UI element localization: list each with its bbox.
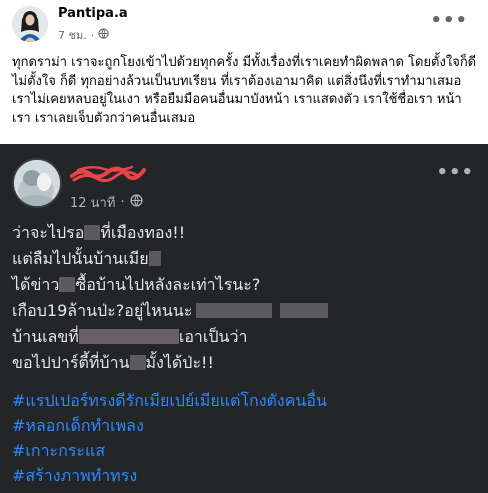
body-line: ขอไปปาร์ตี้ที่บ้าน มั้งได้ป่ะ!! [12,353,214,372]
post-time[interactable]: 7 ชม. [58,26,87,44]
embedded-post-screenshot: 12 นาที · ••• ว่าจะไปรอ ที่เมืองทอง!! แต่… [0,144,488,493]
body-line: แต่ลืมไปนั้นบ้านเมีย [12,246,482,272]
body-line: เกือบ19ล้านป่ะ?อยู่ไหนนะ [12,298,482,324]
more-options-icon[interactable]: ••• [430,10,468,31]
hashtag-link: #แรปเปอร์ทรงดีรักเมียเปย์เมียแต่โกงตังคน… [12,391,327,410]
censor-block [84,225,101,240]
embedded-avatar [12,158,62,208]
hashtag-link: #หลอกเด็กทำเพลง [12,416,144,435]
embedded-post-time: 12 นาที [70,196,116,211]
embedded-post-meta: 12 นาที · [70,192,143,213]
post-meta: 7 ชม. · [58,26,109,44]
censor-block [148,251,161,266]
post-caption: ทุกดราม่า เราจะถูกโยงเข้าไปด้วยทุกครั้ง … [12,55,477,126]
redacted-name-scribble [68,160,148,190]
censor-block [129,355,146,370]
censor-block [78,329,179,344]
body-line: ว่าจะไปรอ ที่เมืองทอง!! [12,223,186,242]
censor-block [196,303,273,318]
hashtag-link: #สร้างภาพทำทรง [12,466,138,485]
separator-dot: · [120,195,125,210]
embedded-post-body: ว่าจะไปรอ ที่เมืองทอง!! แต่ลืมไปนั้นบ้านเ… [12,220,482,488]
hashtag-link: #เกาะกระแส [12,441,106,460]
separator-dot: · [90,28,95,42]
globe-icon[interactable] [98,28,109,42]
body-line: ได้ข่าว ซื้อบ้านไปหลังละเท่าไรนะ? [12,275,261,294]
censor-block [59,277,76,292]
body-line: บ้านเลขที่ เอาเป็นว่า [12,327,248,346]
globe-icon [130,194,143,211]
author-avatar[interactable] [12,6,48,42]
author-name[interactable]: Pantipa.a [58,6,128,21]
embedded-more-options-icon: ••• [436,162,474,183]
censor-block [280,303,329,318]
post-header: Pantipa.a 7 ชม. · ••• [0,0,488,46]
